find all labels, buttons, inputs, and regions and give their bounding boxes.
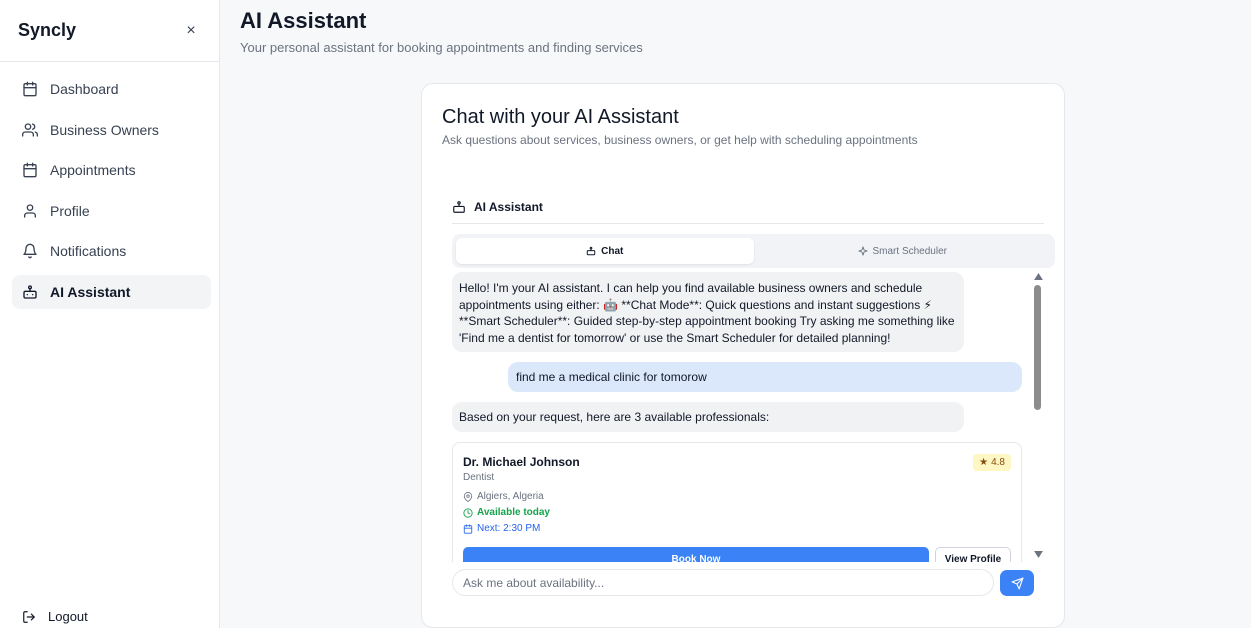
tab-smart-scheduler[interactable]: Smart Scheduler [754,238,1052,264]
assistant-label: AI Assistant [474,200,543,214]
mode-tabs: Chat Smart Scheduler [452,234,1055,268]
assistant-header: AI Assistant [452,200,543,214]
book-now-button[interactable]: Book Now [463,547,929,562]
tab-label: Smart Scheduler [872,245,947,257]
logout-label: Logout [48,609,88,624]
bot-icon [452,200,466,214]
page-subtitle: Your personal assistant for booking appo… [240,40,643,55]
sidebar-item-label: Appointments [50,162,136,178]
user-message: find me a medical clinic for tomorow [508,362,1022,392]
sidebar-item-label: Dashboard [50,81,119,97]
brand-logo: Syncly [18,20,77,40]
availability-status: Available today [463,507,550,518]
logout-icon [22,610,36,624]
sidebar-item-label: Profile [50,202,90,219]
scroll-up-arrow[interactable] [1033,271,1043,281]
bot-icon [22,284,38,300]
bot-icon [586,246,596,256]
professional-specialty: Dentist [463,472,495,483]
availability-text: Available today [477,507,550,518]
map-pin-icon [463,491,473,502]
professional-card: Dr. Michael Johnson Dentist ★ 4.8 Algier… [452,442,1022,562]
rating-value: 4.8 [991,457,1005,468]
calendar-icon [22,162,38,178]
next-slot-text: Next: 2:30 PM [477,523,541,534]
sidebar-item-business-owners[interactable]: Business Owners [12,113,211,147]
send-icon [1011,577,1024,590]
page-title: AI Assistant [240,8,367,33]
tab-chat[interactable]: Chat [456,238,754,264]
message-list: Hello! I'm your AI assistant. I can help… [452,272,1044,562]
scrollbar-thumb[interactable] [1034,285,1041,410]
star-icon: ★ [979,457,989,468]
sidebar-header: Syncly × [0,0,219,62]
chat-card: Chat with your AI Assistant Ask question… [421,83,1065,628]
logout-button[interactable]: Logout [22,609,88,624]
chat-card-subtitle: Ask questions about services, business o… [442,133,918,147]
bell-icon [22,243,38,259]
sidebar-nav: Dashboard Business Owners Appointments P… [0,62,219,309]
professional-location: Algiers, Algeria [463,491,544,502]
rating-badge: ★ 4.8 [973,454,1011,471]
assistant-message: Based on your request, here are 3 availa… [452,402,964,432]
sidebar-item-profile[interactable]: Profile [12,194,211,228]
sidebar: Syncly × Dashboard Business Owners Appoi… [0,0,220,628]
next-slot: Next: 2:30 PM [463,523,540,534]
scroll-down-arrow[interactable] [1033,549,1043,559]
users-icon [22,122,38,138]
close-sidebar-button[interactable]: × [181,22,201,40]
divider [452,223,1044,224]
sidebar-item-label: Business Owners [50,121,159,138]
location-text: Algiers, Algeria [477,491,544,502]
chat-card-title: Chat with your AI Assistant [442,106,679,128]
sidebar-item-dashboard[interactable]: Dashboard [12,72,211,106]
sidebar-item-notifications[interactable]: Notifications [12,234,211,268]
user-icon [22,203,38,219]
sidebar-item-label: Notifications [50,243,127,259]
sidebar-item-ai-assistant[interactable]: AI Assistant [12,274,211,309]
tab-label: Chat [601,245,624,257]
professional-name: Dr. Michael Johnson [463,455,580,469]
sidebar-item-appointments[interactable]: Appointments [12,153,211,187]
view-profile-button[interactable]: View Profile [935,547,1011,562]
calendar-icon [22,81,38,97]
sparkle-icon [857,246,868,256]
chat-input[interactable] [452,569,994,596]
sidebar-item-label: AI Assistant [50,283,131,300]
calendar-icon [463,523,473,534]
send-button[interactable] [1000,570,1034,596]
clock-icon [463,507,473,518]
assistant-message: Hello! I'm your AI assistant. I can help… [452,272,964,352]
